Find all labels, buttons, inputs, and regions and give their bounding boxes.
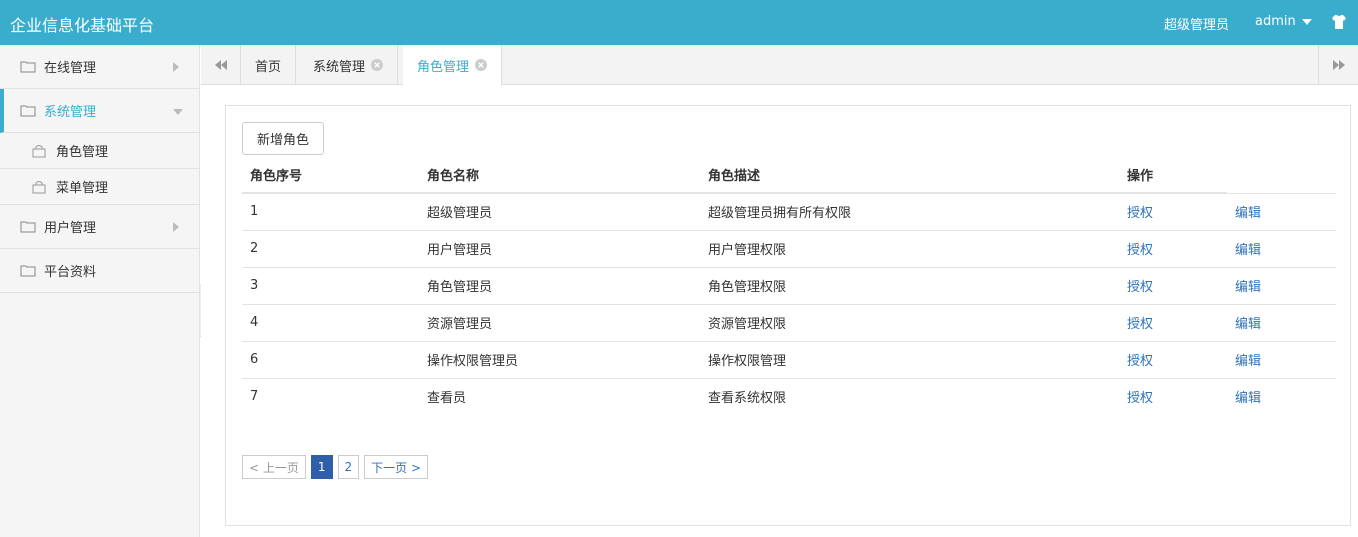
role-table: 角色序号 角色名称 角色描述 操作 1 超级管理员 超级管理员拥有所有权限 授权… (242, 156, 1336, 415)
column-header: 角色序号 (242, 156, 419, 194)
tab-scroll-left[interactable] (201, 45, 241, 84)
authorize-link[interactable]: 授权 (1127, 354, 1153, 369)
prev-page-button[interactable]: < 上一页 (242, 455, 306, 479)
role-name: 超级管理员 (419, 193, 700, 231)
tab-home[interactable]: 首页 (241, 45, 297, 85)
role-id: 2 (242, 230, 419, 268)
table-header-row: 角色序号 角色名称 角色描述 操作 (242, 156, 1336, 194)
tab-label: 首页 (255, 59, 282, 75)
edit-link[interactable]: 编辑 (1235, 354, 1261, 369)
chevron-right-icon (173, 62, 179, 72)
close-icon[interactable] (371, 59, 384, 71)
role-desc: 资源管理权限 (700, 304, 1119, 342)
user-menu[interactable]: admin (1255, 14, 1312, 29)
table-row: 7 查看员 查看系统权限 授权 编辑 (242, 378, 1336, 415)
table-row: 2 用户管理员 用户管理权限 授权 编辑 (242, 230, 1336, 268)
tab-scroll-right[interactable] (1318, 45, 1358, 84)
column-header-blank (1227, 156, 1336, 194)
role-id: 6 (242, 341, 419, 379)
sidebar-subitem-menu[interactable]: 菜单管理 (0, 169, 199, 205)
sidebar-item-label: 菜单管理 (56, 181, 109, 196)
table-row: 6 操作权限管理员 操作权限管理 授权 编辑 (242, 341, 1336, 379)
folder-icon (20, 221, 36, 233)
role-desc: 操作权限管理 (700, 341, 1119, 379)
username: admin (1255, 14, 1296, 29)
sidebar-item-label: 平台资料 (44, 265, 97, 280)
role-desc: 查看系统权限 (708, 391, 787, 407)
authorize-link[interactable]: 授权 (1127, 243, 1153, 258)
sidebar-item-label: 用户管理 (44, 221, 97, 236)
tab-role[interactable]: 角色管理 (403, 45, 503, 85)
folder-icon (20, 105, 36, 117)
sidebar-item-label: 系统管理 (44, 105, 97, 120)
role-name: 查看员 (427, 391, 467, 407)
next-page-button[interactable]: 下一页 > (364, 455, 429, 479)
chevron-down-icon (173, 109, 183, 115)
column-header: 角色描述 (700, 156, 1119, 194)
sidebar: 在线管理 系统管理 角色管理 菜单管理 用户管理 平台资料 (0, 45, 200, 537)
role-name: 资源管理员 (419, 304, 700, 342)
table-row: 3 角色管理员 角色管理权限 授权 编辑 (242, 267, 1336, 305)
authorize-link[interactable]: 授权 (1127, 391, 1153, 406)
sidebar-item-online[interactable]: 在线管理 (0, 45, 199, 89)
edit-link[interactable]: 编辑 (1235, 206, 1261, 221)
tab-label: 角色管理 (417, 59, 470, 75)
table-row: 4 资源管理员 资源管理权限 授权 编辑 (242, 304, 1336, 342)
authorize-link[interactable]: 授权 (1127, 317, 1153, 332)
sidebar-item-user[interactable]: 用户管理 (0, 205, 199, 249)
table-row: 1 超级管理员 超级管理员拥有所有权限 授权 编辑 (242, 193, 1336, 231)
chevron-right-icon (173, 222, 179, 232)
edit-link[interactable]: 编辑 (1235, 391, 1261, 406)
folder-icon (20, 61, 36, 73)
role-desc: 超级管理员拥有所有权限 (700, 193, 1119, 231)
authorize-link[interactable]: 授权 (1127, 206, 1153, 221)
sidebar-item-platform[interactable]: 平台资料 (0, 249, 199, 293)
double-chevron-right-icon (1332, 59, 1345, 70)
role-id: 7 (250, 389, 259, 405)
role-name: 角色管理员 (419, 267, 700, 305)
pagination: < 上一页 1 2 下一页 > (242, 455, 433, 479)
role-name: 操作权限管理员 (419, 341, 700, 379)
authorize-link[interactable]: 授权 (1127, 280, 1153, 295)
app-title: 企业信息化基础平台 (10, 16, 155, 35)
role-desc: 角色管理权限 (700, 267, 1119, 305)
double-chevron-left-icon (214, 59, 227, 70)
sidebar-item-system[interactable]: 系统管理 (0, 89, 199, 133)
caret-down-icon (1301, 18, 1312, 25)
role-id: 4 (242, 304, 419, 342)
edit-link[interactable]: 编辑 (1235, 280, 1261, 295)
bag-icon (32, 144, 46, 157)
tab-label: 系统管理 (313, 59, 366, 75)
page-1-button[interactable]: 1 (310, 455, 333, 479)
add-role-button[interactable]: 新增角色 (242, 122, 324, 155)
sidebar-item-label: 在线管理 (44, 61, 97, 76)
skin-icon[interactable] (1330, 13, 1348, 31)
close-icon[interactable] (475, 59, 488, 71)
top-header: 企业信息化基础平台 超级管理员 admin (0, 0, 1358, 45)
sidebar-item-label: 角色管理 (56, 145, 109, 160)
bag-icon (32, 180, 46, 193)
page-2-button[interactable]: 2 (337, 455, 360, 479)
column-header: 操作 (1119, 156, 1227, 194)
role-id: 3 (242, 267, 419, 305)
tab-bar: 首页 系统管理 角色管理 (201, 45, 1358, 85)
role-id: 1 (242, 193, 419, 231)
column-header: 角色名称 (419, 156, 700, 194)
sidebar-subitem-role[interactable]: 角色管理 (0, 133, 199, 169)
tab-system[interactable]: 系统管理 (299, 45, 399, 85)
role-panel: 新增角色 角色序号 角色名称 角色描述 操作 1 超级管理员 超级管理员拥有所有… (225, 105, 1351, 526)
edit-link[interactable]: 编辑 (1235, 317, 1261, 332)
edit-link[interactable]: 编辑 (1235, 243, 1261, 258)
role-desc: 用户管理权限 (700, 230, 1119, 268)
current-role: 超级管理员 (1164, 18, 1230, 33)
folder-icon (20, 265, 36, 277)
main-content: 新增角色 角色序号 角色名称 角色描述 操作 1 超级管理员 超级管理员拥有所有… (201, 85, 1358, 537)
role-name: 用户管理员 (419, 230, 700, 268)
